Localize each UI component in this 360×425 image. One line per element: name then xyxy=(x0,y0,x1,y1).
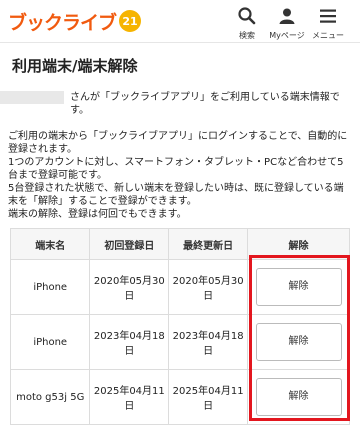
remove-device-button[interactable]: 解除 xyxy=(255,323,342,361)
remove-device-button[interactable]: 解除 xyxy=(255,378,342,416)
nav-menu-label: メニュー xyxy=(312,31,344,40)
intro-line-2: ご利用の端末から「ブックライブアプリ」にログインすることで、自動的に登録されます… xyxy=(8,131,348,155)
last-date: 2020年05月30日 xyxy=(168,259,249,315)
table-row: iPhone 2023年04月18日 2023年04月18日 解除 xyxy=(9,314,350,370)
last-date: 2025年04月11日 xyxy=(168,369,249,425)
table-row: moto g53j 5G 2025年04月11日 2025年04月11日 解除 xyxy=(9,369,350,425)
col-action: 解除 xyxy=(247,228,350,260)
nav-menu[interactable]: メニュー xyxy=(303,6,353,41)
nav-mypage-label: Myページ xyxy=(269,31,305,40)
table-header-row: 端末名 初回登録日 最終更新日 解除 xyxy=(9,228,350,260)
device-table: 端末名 初回登録日 最終更新日 解除 iPhone 2020年05月30日 20… xyxy=(9,228,350,425)
logo-text: ブックライブ xyxy=(8,11,117,34)
col-first-date: 初回登録日 xyxy=(89,228,170,260)
device-name: iPhone xyxy=(9,314,91,370)
intro-text: さんが「ブックライブアプリ」をご利用している端末情報です。 ご利用の端末から「ブ… xyxy=(8,91,352,221)
device-name: iPhone xyxy=(9,259,91,315)
intro-line-5: 端末の解除、登録は何回でもできます。 xyxy=(8,209,187,220)
anniversary-badge: 21 xyxy=(119,10,142,32)
site-header: ブックライブ 21 検索 Myページ メニュー xyxy=(0,0,360,43)
col-device: 端末名 xyxy=(9,228,91,260)
intro-line-3: 1つのアカウントに対し、スマートフォン・タブレット・PCなど合わせて5台まで登録… xyxy=(8,157,344,181)
last-date: 2023年04月18日 xyxy=(168,314,249,370)
nav-search-label: 検索 xyxy=(239,31,255,40)
action-cell: 解除 xyxy=(247,259,350,315)
site-logo[interactable]: ブックライブ 21 xyxy=(8,9,142,34)
user-icon xyxy=(279,8,295,24)
action-cell: 解除 xyxy=(247,314,350,370)
first-date: 2023年04月18日 xyxy=(89,314,170,370)
first-date: 2020年05月30日 xyxy=(89,259,170,315)
search-icon xyxy=(238,7,256,25)
intro-line-1: さんが「ブックライブアプリ」をご利用している端末情報です。 xyxy=(70,92,340,116)
remove-device-button[interactable]: 解除 xyxy=(255,268,342,306)
intro-line-4: 5台登録された状態で、新しい端末を登録したい時は、既に登録している端末を「解除」… xyxy=(8,183,344,207)
device-name: moto g53j 5G xyxy=(9,369,91,425)
col-last-date: 最終更新日 xyxy=(168,228,249,260)
first-date: 2025年04月11日 xyxy=(89,369,170,425)
hamburger-menu-icon xyxy=(320,9,336,23)
page-title: 利用端末/端末解除 xyxy=(12,57,138,75)
action-cell: 解除 xyxy=(247,369,350,425)
table-row: iPhone 2020年05月30日 2020年05月30日 解除 xyxy=(9,259,350,315)
